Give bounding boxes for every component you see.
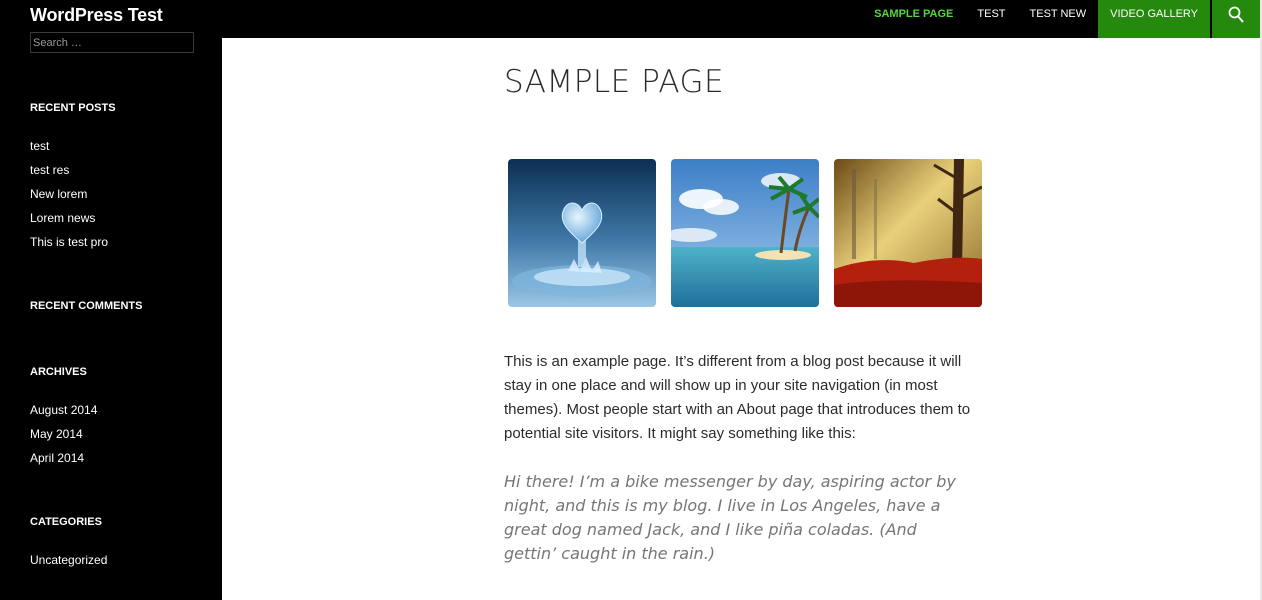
intro-paragraph: This is an example page. It’s different … (504, 353, 971, 442)
nav-item-sample-page[interactable]: SAMPLE PAGE (862, 0, 965, 38)
water-heart-image[interactable] (508, 159, 656, 307)
list-item[interactable]: Lorem news (30, 210, 108, 234)
list-item[interactable]: May 2014 (30, 426, 97, 450)
recent-posts-list: test test res New lorem Lorem news This … (30, 138, 108, 258)
list-item[interactable]: This is test pro (30, 234, 108, 258)
search-icon (1228, 6, 1244, 23)
categories-list: Uncategorized (30, 552, 107, 576)
autumn-forest-image[interactable] (834, 159, 982, 307)
search-toggle-button[interactable] (1212, 0, 1260, 38)
archives-title: ARCHIVES (30, 366, 87, 378)
categories-title: CATEGORIES (30, 516, 102, 528)
list-item[interactable]: August 2014 (30, 402, 97, 426)
page-title: SAMPLE PAGE (504, 64, 725, 100)
archives-list: August 2014 May 2014 April 2014 (30, 402, 97, 474)
sidebar: RECENT POSTS test test res New lorem Lor… (0, 32, 222, 600)
image-gallery (508, 159, 982, 307)
tropical-island-image[interactable] (671, 159, 819, 307)
example-quote: Hi there! I’m a bike messenger by day, a… (504, 472, 956, 563)
site-title[interactable]: WordPress Test (30, 5, 163, 26)
nav-item-test[interactable]: TEST (965, 0, 1017, 38)
search-input[interactable] (30, 32, 194, 53)
recent-comments-title: RECENT COMMENTS (30, 300, 143, 312)
nav-item-test-new[interactable]: TEST NEW (1018, 0, 1099, 38)
list-item[interactable]: test (30, 138, 108, 162)
list-item[interactable]: Uncategorized (30, 552, 107, 576)
list-item[interactable]: April 2014 (30, 450, 97, 474)
nav-item-video-gallery[interactable]: VIDEO GALLERY (1098, 0, 1210, 38)
primary-nav: SAMPLE PAGE TEST TEST NEW VIDEO GALLERY (862, 0, 1210, 38)
list-item[interactable]: New lorem (30, 186, 108, 210)
list-item[interactable]: test res (30, 162, 108, 186)
recent-posts-title: RECENT POSTS (30, 102, 116, 114)
